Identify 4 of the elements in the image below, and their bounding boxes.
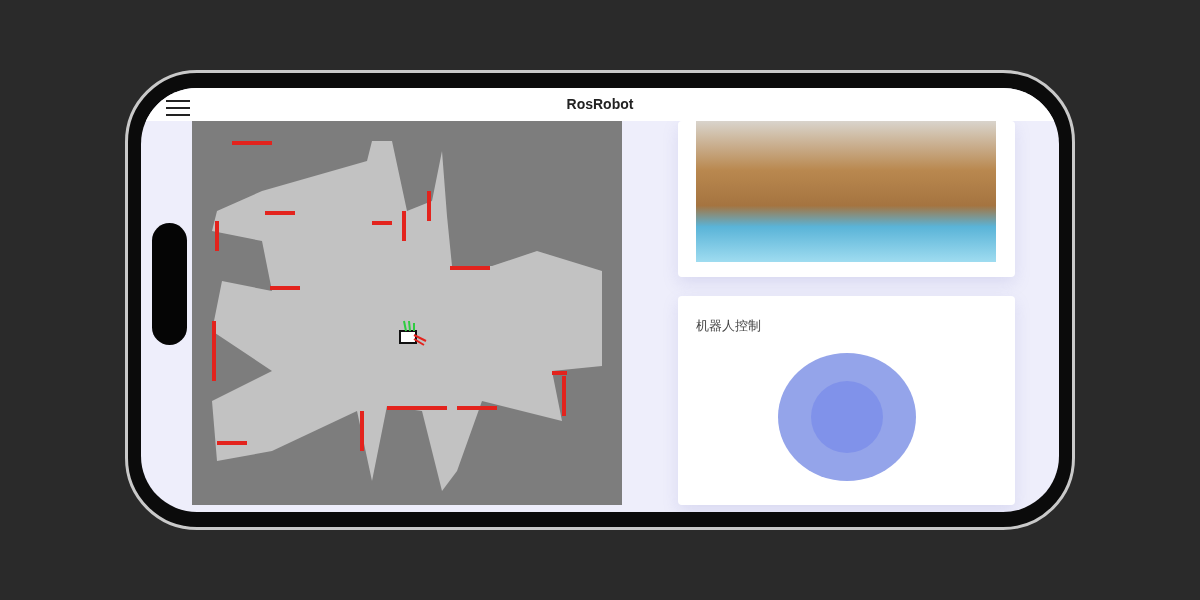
app-title: RosRobot: [566, 95, 634, 114]
joystick[interactable]: [776, 351, 917, 482]
menu-icon: [166, 98, 190, 117]
card-title: 机器人控制: [696, 317, 762, 335]
